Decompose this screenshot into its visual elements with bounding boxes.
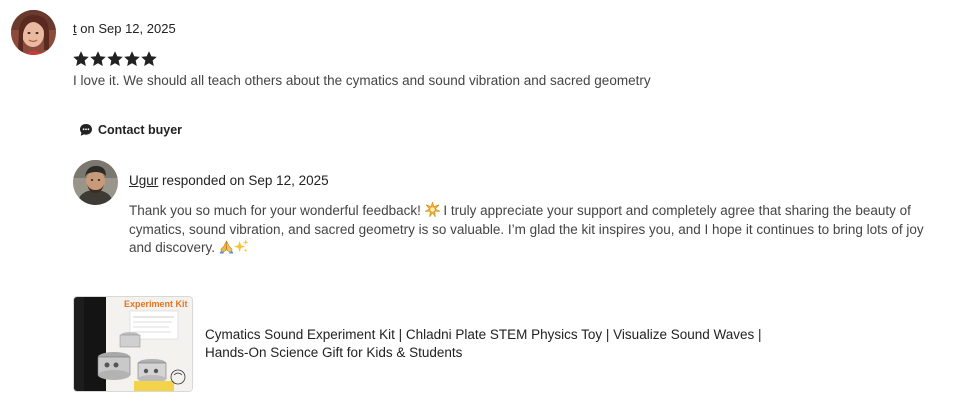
response-text-part1: Thank you so much for your wonderful fee… [129, 203, 425, 218]
seller-name-link[interactable]: Ugur [129, 173, 158, 188]
response-byline: Ugur responded on Sep 12, 2025 [129, 173, 329, 188]
review-date: on Sep 12, 2025 [80, 21, 176, 36]
seller-avatar[interactable] [73, 160, 118, 205]
star-rating [73, 51, 157, 67]
contact-buyer-label: Contact buyer [98, 123, 183, 137]
listing-link[interactable]: Experiment Kit Cymatics Sound Experiment… [73, 296, 785, 392]
star-icon [90, 51, 106, 66]
sparkles-icon [233, 239, 249, 254]
chat-bubble-icon [79, 123, 93, 137]
star-icon [73, 51, 89, 66]
review-text: I love it. We should all teach others ab… [73, 73, 651, 88]
reviewer-avatar[interactable] [11, 10, 56, 55]
contact-buyer-button[interactable]: Contact buyer [79, 123, 182, 137]
star-icon [107, 51, 123, 66]
folded-hands-icon [219, 239, 234, 254]
reviewer-name-link[interactable]: t [73, 21, 77, 36]
listing-title-line1: Cymatics Sound Experiment Kit | Chladni … [205, 326, 762, 342]
review-byline: t on Sep 12, 2025 [73, 21, 176, 36]
listing-thumbnail[interactable]: Experiment Kit [73, 296, 193, 392]
star-icon [141, 51, 157, 66]
listing-title[interactable]: Cymatics Sound Experiment Kit | Chladni … [205, 326, 785, 363]
response-date: responded on Sep 12, 2025 [162, 173, 329, 188]
star-icon [124, 51, 140, 66]
sparkle-burst-icon [424, 201, 440, 218]
review-card: t on Sep 12, 2025 I love it. We should a… [0, 0, 953, 402]
listing-title-line2: Hands-On Science Gift for Kids & Student… [205, 345, 463, 360]
seller-response-text: Thank you so much for your wonderful fee… [129, 201, 947, 258]
thumb-label-text: Experiment Kit [124, 299, 188, 309]
